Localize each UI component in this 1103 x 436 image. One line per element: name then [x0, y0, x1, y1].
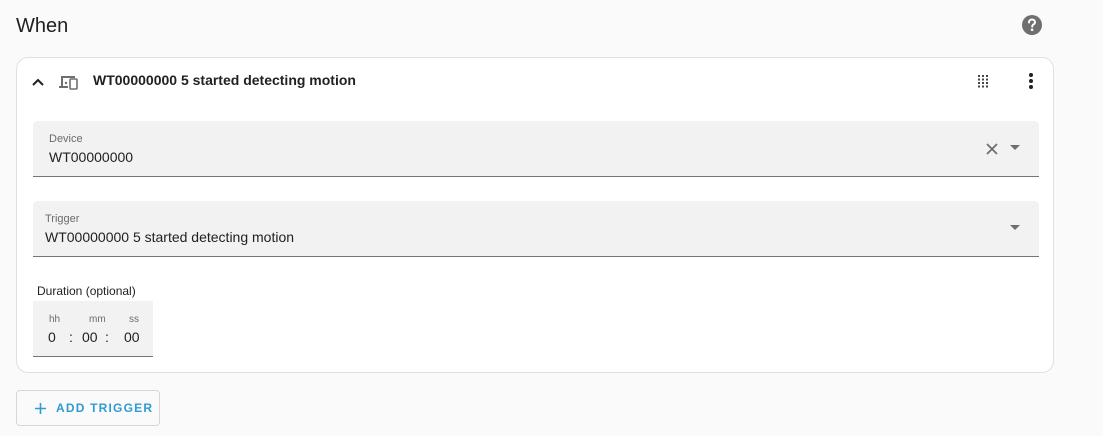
trigger-card-title: WT00000000 5 started detecting motion [93, 72, 356, 88]
time-separator: : [105, 329, 109, 345]
plus-icon [35, 403, 46, 414]
hours-input[interactable]: 0 [48, 328, 56, 346]
device-select-field[interactable]: Device WT00000000 [33, 121, 1039, 177]
dropdown-arrow-icon[interactable] [1010, 225, 1020, 231]
trigger-card: WT00000000 5 started detecting motion De… [16, 57, 1054, 373]
hours-unit-label: hh [49, 314, 61, 325]
chevron-up-icon[interactable] [30, 74, 46, 90]
duration-label: Duration (optional) [37, 284, 136, 298]
add-trigger-button[interactable]: ADD TRIGGER [16, 390, 160, 426]
section-title: When [16, 15, 69, 37]
device-field-label: Device [49, 133, 83, 145]
time-separator: : [69, 329, 73, 345]
more-vertical-icon[interactable] [1021, 71, 1041, 91]
devices-icon [59, 76, 78, 90]
help-circle-icon[interactable] [1021, 14, 1043, 36]
drag-handle-icon[interactable] [975, 73, 991, 89]
dropdown-arrow-icon[interactable] [1010, 145, 1020, 151]
seconds-input[interactable]: 00 [124, 328, 140, 346]
trigger-field-value: WT00000000 5 started detecting motion [45, 229, 295, 245]
trigger-field-label: Trigger [45, 213, 80, 225]
duration-input: hh mm ss 0 : 00 : 00 [33, 301, 153, 357]
trigger-select-field[interactable]: Trigger WT00000000 5 started detecting m… [33, 201, 1039, 257]
minutes-unit-label: mm [89, 314, 106, 325]
device-field-value: WT00000000 [49, 149, 134, 165]
add-trigger-label: ADD TRIGGER [56, 401, 154, 415]
minutes-input[interactable]: 00 [82, 328, 98, 346]
clear-icon[interactable] [985, 142, 999, 156]
seconds-unit-label: ss [129, 314, 139, 325]
